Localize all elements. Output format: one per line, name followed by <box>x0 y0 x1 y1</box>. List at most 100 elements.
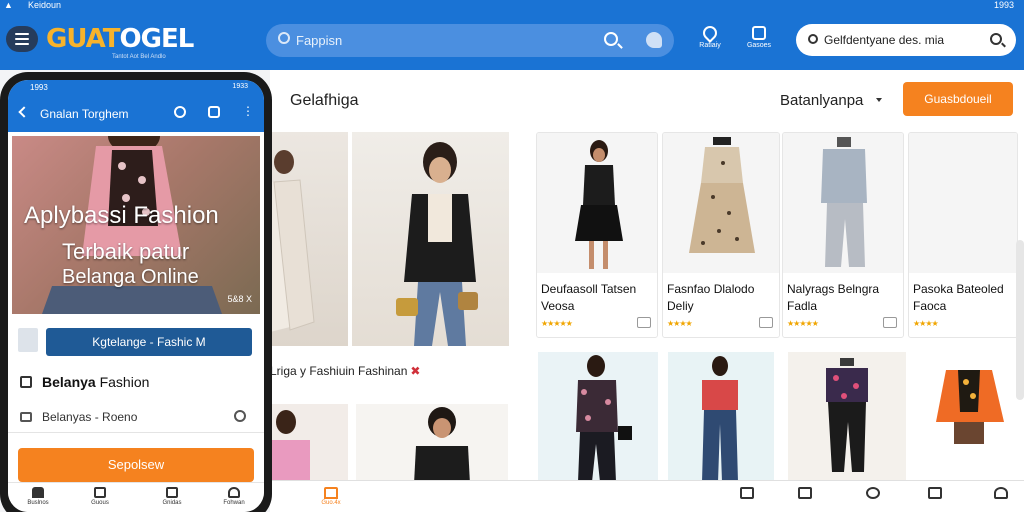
search-icon[interactable] <box>174 106 186 118</box>
account-icon <box>228 487 240 498</box>
product-image <box>783 133 903 273</box>
product-card[interactable]: Fasnfao Dlalodo Deliy ★★★★ <box>662 132 780 338</box>
divider <box>8 432 264 433</box>
search-icon <box>866 487 880 499</box>
home-icon <box>798 487 812 499</box>
location-pin-icon[interactable] <box>234 410 246 422</box>
account-nav-item[interactable] <box>990 487 1012 507</box>
home-nav-item[interactable]: Guo.4x <box>320 487 342 507</box>
wifi-icon: ▲ <box>4 0 13 10</box>
top-app-bar: GUATOGEL Tantot Aot Bel Andlo Fappisn Ra… <box>0 10 1024 70</box>
more-vert-icon[interactable]: ⋮ <box>242 105 254 117</box>
back-arrow-icon[interactable] <box>18 106 30 118</box>
location-pin-icon <box>700 23 720 43</box>
phone-nav-categories[interactable]: Guous <box>80 487 120 506</box>
secondary-search-field[interactable]: Gelfdentyane des. mia <box>796 24 1016 56</box>
bottom-nav: Guo.4x <box>270 480 1024 512</box>
banner-subheadline: Terbaik patur <box>62 239 190 264</box>
banner-tagline: Belanga Online <box>62 266 199 288</box>
search-submit-icon[interactable] <box>990 33 1002 45</box>
phone-cta-button[interactable]: Sepolsew <box>18 448 254 482</box>
thumbnail-pink-top[interactable] <box>270 404 348 484</box>
product-title: Pasoka Bateoled Faoca <box>913 282 1004 313</box>
thumbnail-black-top[interactable] <box>356 404 508 484</box>
rating-stars: ★★★★★ <box>787 319 819 328</box>
search-nav-item[interactable] <box>862 487 884 507</box>
gift-nav-item[interactable] <box>736 487 758 507</box>
rating-stars: ★★★★★ <box>541 319 573 328</box>
location-label: Ratiaiy <box>699 42 721 49</box>
close-icon[interactable]: ✖ <box>410 364 420 378</box>
phone-status-right: 1933 <box>232 83 248 90</box>
main-panel: Gelafhiga Batanlyanpa Guasbdoueil Lriga … <box>270 70 1024 512</box>
compare-icon[interactable] <box>637 317 651 328</box>
product-card[interactable]: Deufaasoll Tatsen Veosa ★★★★★ <box>536 132 658 338</box>
search-icon <box>808 34 818 44</box>
cart-icon[interactable] <box>208 106 220 118</box>
status-left-text: Keidoun <box>28 0 62 10</box>
status-bar: ▲ Keidoun 1993 <box>0 0 1024 10</box>
menu-icon[interactable] <box>6 26 38 52</box>
product-image-floral-jacket[interactable] <box>538 352 658 482</box>
home-nav-item-2[interactable] <box>794 487 816 507</box>
scrollbar[interactable] <box>1016 240 1024 400</box>
banner-pager: 5&8 X <box>227 294 252 304</box>
chat-bubble-icon[interactable] <box>646 32 662 48</box>
banner-headline: Aplybassi Fashion <box>24 202 219 229</box>
search-placeholder: Fappisn <box>296 33 343 48</box>
phone-nav-messages[interactable]: Gnidas <box>152 487 192 506</box>
phone-mockup: 1993 1933 Gnalan Torghem ⋮ Aplybassi Fas… <box>0 72 272 512</box>
gallery-button[interactable]: Gasoes <box>744 26 774 49</box>
message-icon <box>166 487 178 498</box>
hero-image-coat[interactable] <box>270 132 348 346</box>
phone-status-bar: 1993 1933 <box>8 80 264 96</box>
phone-app-bar: Gnalan Torghem ⋮ <box>8 96 264 132</box>
gallery-label: Gasoes <box>746 42 772 49</box>
hero-image-model[interactable] <box>352 132 509 346</box>
location-button[interactable]: Ratiaiy <box>695 23 725 49</box>
product-card[interactable]: Pasoka Bateoled Faoca ★★★★ <box>908 132 1018 338</box>
product-image-red-tee[interactable] <box>668 352 774 482</box>
rating-stars: ★★★★ <box>667 319 693 328</box>
compare-icon[interactable] <box>883 317 897 328</box>
compare-icon[interactable] <box>759 317 773 328</box>
product-image-floral-blouse[interactable] <box>788 352 906 482</box>
gift-icon <box>740 487 754 499</box>
product-card[interactable]: Nalyrags Belngra Fadla ★★★★★ <box>782 132 904 338</box>
logo-tagline: Tantot Aot Bel Andlo <box>112 54 166 60</box>
rating-stars: ★★★★ <box>913 319 939 328</box>
grid-icon <box>94 487 106 498</box>
home-icon <box>32 487 44 498</box>
account-icon <box>994 487 1008 499</box>
logo[interactable]: GUATOGEL <box>46 24 194 54</box>
list-item-shops[interactable]: Belanyas - Roeno <box>20 410 137 424</box>
phone-bottom-nav: Buslnos Guous Gnidas Fohwan <box>8 482 264 512</box>
search-submit-icon[interactable] <box>604 32 618 46</box>
category-chip[interactable]: Kgtelange - Fashic M <box>46 328 252 356</box>
list-item-shopping[interactable]: Belanya Fashion <box>20 374 149 390</box>
section-title: Gelafhiga <box>290 92 359 109</box>
product-image-orange-top[interactable] <box>918 352 1020 482</box>
promo-banner[interactable]: Aplybassi Fashion Terbaik patur Belanga … <box>12 136 260 314</box>
product-title: Nalyrags Belngra Fadla <box>787 282 880 313</box>
image-icon <box>752 26 766 40</box>
phone-screen: 1993 1933 Gnalan Torghem ⋮ Aplybassi Fas… <box>8 80 264 512</box>
store-icon <box>20 412 32 422</box>
search-icon <box>278 32 290 44</box>
search-input[interactable]: Fappisn <box>266 24 674 57</box>
phone-nav-account[interactable]: Fohwan <box>214 487 254 506</box>
sort-dropdown[interactable]: Batanlyanpa <box>780 92 863 109</box>
phone-nav-home[interactable]: Buslnos <box>18 487 58 506</box>
avatar[interactable] <box>18 328 38 352</box>
bag-icon <box>928 487 942 499</box>
collection-caption: Lriga y Fashiuin Fashinan ✖ <box>270 364 421 378</box>
product-title: Fasnfao Dlalodo Deliy <box>667 282 755 313</box>
calendar-icon <box>20 376 32 388</box>
bag-nav-item[interactable] <box>924 487 946 507</box>
chevron-down-icon <box>876 98 882 102</box>
primary-action-button[interactable]: Guasbdoueil <box>903 82 1013 116</box>
home-nav-label: Guo.4x <box>321 500 341 506</box>
phone-clock: 1993 <box>30 83 48 92</box>
secondary-search-text: Gelfdentyane des. mia <box>824 33 945 47</box>
product-title: Deufaasoll Tatsen Veosa <box>541 282 637 313</box>
